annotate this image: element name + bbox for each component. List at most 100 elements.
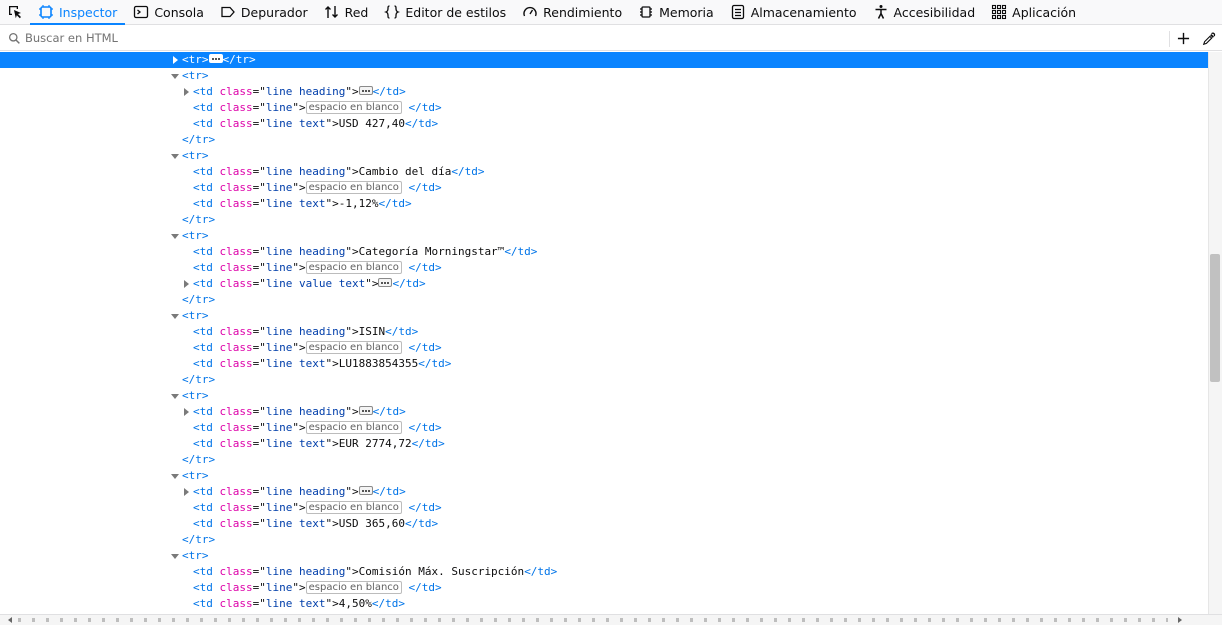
tab-performance[interactable]: Rendimiento bbox=[514, 0, 630, 25]
markup-node-row[interactable]: <td class="line heading"> </td> bbox=[0, 404, 1208, 420]
markup-node-text: <td class="line"> espacio en blanco </td> bbox=[193, 340, 442, 356]
tag-open: <td bbox=[193, 277, 220, 290]
tag-close: </td> bbox=[408, 101, 442, 114]
tab-accessibility[interactable]: Accesibilidad bbox=[865, 0, 984, 25]
collapse-arrow-icon[interactable] bbox=[170, 148, 180, 164]
attribute-quote: "> bbox=[345, 165, 359, 178]
collapse-arrow-icon[interactable] bbox=[170, 388, 180, 404]
collapse-arrow-icon[interactable] bbox=[170, 548, 180, 564]
tag-open: <td bbox=[193, 101, 220, 114]
markup-node-text: <td class="line text">USD 365,60</td> bbox=[193, 516, 438, 532]
attribute-quote: "> bbox=[292, 341, 306, 354]
markup-node-row[interactable]: <td class="line heading">ISIN</td> bbox=[0, 324, 1208, 340]
markup-node-row[interactable]: <td class="line text">-1,12%</td> bbox=[0, 196, 1208, 212]
add-node-button[interactable] bbox=[1170, 26, 1196, 51]
expand-arrow-icon[interactable] bbox=[181, 404, 191, 420]
tab-inspector[interactable]: Inspector bbox=[30, 0, 126, 25]
markup-node-row[interactable]: <td class="line text">USD 365,60</td> bbox=[0, 516, 1208, 532]
scroll-left-arrow-icon[interactable] bbox=[8, 617, 12, 623]
expand-children-ellipsis-icon[interactable] bbox=[358, 406, 373, 415]
markup-node-row[interactable]: <td class="line heading"> </td> bbox=[0, 484, 1208, 500]
markup-node-row[interactable]: <td class="line"> espacio en blanco </td> bbox=[0, 260, 1208, 276]
markup-node-row[interactable]: <td class="line value text"> </td> bbox=[0, 276, 1208, 292]
attribute-name: class bbox=[219, 341, 253, 354]
markup-node-row[interactable]: <td class="line"> espacio en blanco </td> bbox=[0, 180, 1208, 196]
tag-close: </tr> bbox=[182, 133, 216, 146]
markup-node-row[interactable]: <td class="line text">4,50%</td> bbox=[0, 596, 1208, 612]
tab-style-editor[interactable]: Editor de estilos bbox=[376, 0, 514, 25]
tag-close: </td> bbox=[404, 517, 439, 530]
markup-node-row[interactable]: <tr> bbox=[0, 148, 1208, 164]
markup-node-text: <td class="line heading">Categoría Morni… bbox=[193, 244, 537, 260]
expand-children-ellipsis-icon[interactable] bbox=[378, 278, 393, 287]
markup-node-row[interactable]: <tr> </tr> bbox=[0, 52, 1208, 68]
attribute-quote: =" bbox=[252, 117, 266, 130]
markup-node-row[interactable]: <tr> bbox=[0, 68, 1208, 84]
tab-network[interactable]: Red bbox=[316, 0, 377, 25]
markup-view[interactable]: <tr> </tr> <tr> <td class="line heading"> </… bbox=[0, 52, 1208, 614]
tag-open: <tr> bbox=[182, 149, 209, 162]
tab-console[interactable]: Consola bbox=[125, 0, 212, 25]
markup-node-row[interactable]: <td class="line"> espacio en blanco </td> bbox=[0, 500, 1208, 516]
attribute-quote: "> bbox=[325, 117, 339, 130]
element-picker-button[interactable] bbox=[0, 0, 30, 25]
markup-node-row[interactable]: <td class="line heading">Cambio del día<… bbox=[0, 164, 1208, 180]
collapse-arrow-icon[interactable] bbox=[170, 68, 180, 84]
tag-open: <tr> bbox=[182, 229, 209, 242]
expand-arrow-icon[interactable] bbox=[181, 276, 191, 292]
search-html-input[interactable] bbox=[25, 31, 1105, 45]
markup-node-row[interactable]: <tr> bbox=[0, 388, 1208, 404]
markup-node-row[interactable]: </tr> bbox=[0, 212, 1208, 228]
tag-open: <td bbox=[193, 405, 220, 418]
tag-open: <td bbox=[193, 421, 220, 434]
tab-storage[interactable]: Almacenamiento bbox=[722, 0, 865, 25]
markup-node-row[interactable]: <tr> bbox=[0, 548, 1208, 564]
expand-arrow-icon[interactable] bbox=[181, 84, 191, 100]
markup-node-row[interactable]: </tr> bbox=[0, 452, 1208, 468]
markup-node-row[interactable]: <td class="line heading"> </td> bbox=[0, 84, 1208, 100]
markup-node-row[interactable]: <td class="line text">USD 427,40</td> bbox=[0, 116, 1208, 132]
markup-node-row[interactable]: <tr> bbox=[0, 468, 1208, 484]
attribute-quote: =" bbox=[252, 597, 266, 610]
tab-debugger[interactable]: Depurador bbox=[212, 0, 316, 25]
scroll-right-arrow-icon[interactable] bbox=[1178, 617, 1182, 623]
markup-node-row[interactable]: </tr> bbox=[0, 292, 1208, 308]
markup-node-row[interactable]: <td class="line"> espacio en blanco </td> bbox=[0, 420, 1208, 436]
collapse-arrow-icon[interactable] bbox=[170, 468, 180, 484]
attribute-quote: =" bbox=[252, 85, 266, 98]
collapse-arrow-icon[interactable] bbox=[170, 228, 180, 244]
vertical-scrollbar[interactable] bbox=[1208, 52, 1222, 614]
attribute-quote: =" bbox=[252, 437, 266, 450]
expand-children-ellipsis-icon[interactable] bbox=[358, 486, 373, 495]
tab-memory[interactable]: Memoria bbox=[630, 0, 722, 25]
attribute-name: class bbox=[219, 517, 253, 530]
collapse-arrow-icon[interactable] bbox=[170, 308, 180, 324]
attribute-quote: "> bbox=[325, 437, 339, 450]
attribute-quote: "> bbox=[365, 277, 379, 290]
markup-node-row[interactable]: </tr> bbox=[0, 132, 1208, 148]
markup-node-row[interactable]: <td class="line text">LU1883854355</td> bbox=[0, 356, 1208, 372]
markup-node-row[interactable]: <td class="line heading">Comisión Máx. S… bbox=[0, 564, 1208, 580]
tab-application[interactable]: Aplicación bbox=[983, 0, 1084, 25]
text-node: Categoría Morningstar™ bbox=[358, 245, 505, 258]
expand-arrow-icon[interactable] bbox=[170, 52, 180, 68]
markup-node-row[interactable]: <td class="line"> espacio en blanco </td> bbox=[0, 340, 1208, 356]
expand-arrow-icon[interactable] bbox=[181, 484, 191, 500]
eyedropper-button[interactable] bbox=[1196, 26, 1222, 51]
markup-node-row[interactable]: <td class="line heading">Categoría Morni… bbox=[0, 244, 1208, 260]
expand-children-ellipsis-icon[interactable] bbox=[358, 86, 373, 95]
markup-node-row[interactable]: <td class="line text">EUR 2774,72</td> bbox=[0, 436, 1208, 452]
attribute-value: line bbox=[265, 101, 293, 114]
markup-node-row[interactable]: <tr> bbox=[0, 308, 1208, 324]
markup-node-row[interactable]: <td class="line"> espacio en blanco </td> bbox=[0, 100, 1208, 116]
markup-node-row[interactable]: </tr> bbox=[0, 532, 1208, 548]
vertical-scrollbar-thumb[interactable] bbox=[1210, 254, 1220, 382]
markup-node-row[interactable]: </tr> bbox=[0, 372, 1208, 388]
attribute-name: class bbox=[219, 117, 253, 130]
tag-open: <tr> bbox=[182, 389, 209, 402]
expand-children-ellipsis-icon[interactable] bbox=[208, 54, 223, 63]
markup-node-row[interactable]: <tr> bbox=[0, 228, 1208, 244]
markup-node-row[interactable]: <td class="line"> espacio en blanco </td> bbox=[0, 580, 1208, 596]
horizontal-scrollbar[interactable] bbox=[0, 614, 1222, 625]
